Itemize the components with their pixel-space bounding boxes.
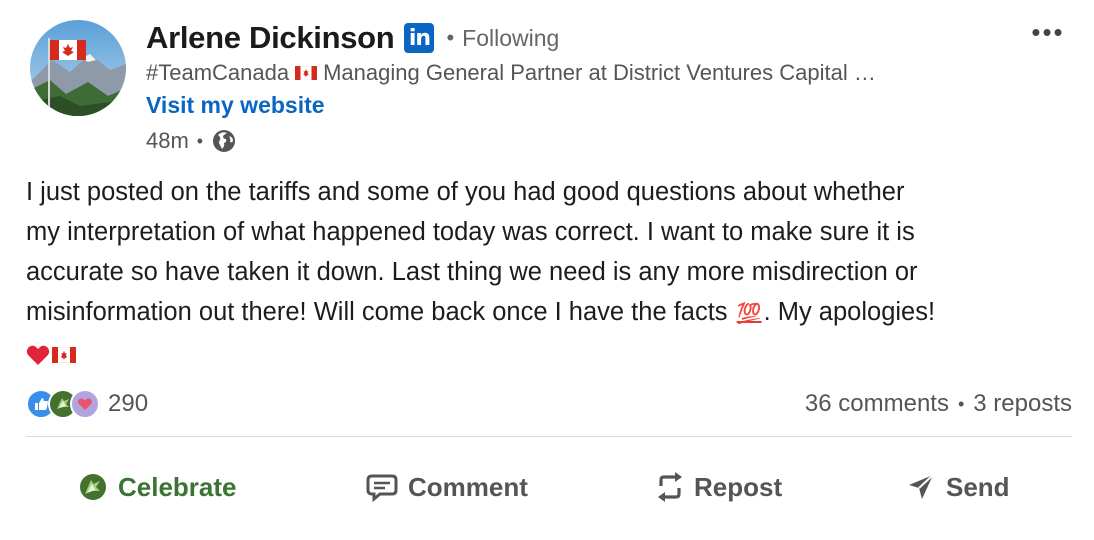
globe-icon <box>213 130 236 152</box>
author-headline: #TeamCanada Managing General Partner at … <box>146 60 986 86</box>
celebrate-label: Celebrate <box>118 471 237 502</box>
linkedin-badge-icon: in <box>404 23 435 53</box>
engagement-stats: 36 comments • 3 reposts <box>805 386 1072 422</box>
repost-icon <box>658 472 682 502</box>
headline-text: Managing General Partner at District Ven… <box>323 60 876 85</box>
post-line: accurate so have taken it down. Last thi… <box>26 258 918 286</box>
comment-label: Comment <box>408 471 528 502</box>
canada-flag-icon <box>295 66 318 80</box>
headline-hashtag: #TeamCanada <box>146 60 290 85</box>
post-line-text: misinformation out there! Will come back… <box>26 298 728 326</box>
author-avatar[interactable] <box>30 20 126 116</box>
post-emoji-line <box>26 334 1076 374</box>
love-icon <box>70 389 100 419</box>
reactions-summary[interactable]: 290 <box>26 386 148 422</box>
repost-button[interactable]: Repost <box>656 456 782 518</box>
follow-status[interactable]: Following <box>462 25 559 52</box>
comments-count-link[interactable]: 36 comments <box>805 390 949 418</box>
posted-time: 48m <box>146 128 189 153</box>
post-line-text: . My apologies! <box>763 298 936 326</box>
author-name[interactable]: Arlene Dickinson <box>146 20 395 56</box>
more-options-icon[interactable]: ••• <box>1024 14 1072 50</box>
send-label: Send <box>946 471 1010 502</box>
comment-button[interactable]: Comment <box>366 456 528 518</box>
post-line: my interpretation of what happened today… <box>26 218 915 246</box>
author-name-row: Arlene Dickinson in • Following <box>146 18 559 58</box>
post-line-last: misinformation out there! Will come back… <box>26 292 1076 334</box>
comment-icon <box>366 474 398 502</box>
meta-dot: • <box>196 130 204 151</box>
post-line: I just posted on the tariffs and some of… <box>26 178 905 206</box>
celebrate-button[interactable]: Celebrate <box>78 456 237 518</box>
visit-website-link[interactable]: Visit my website <box>146 92 325 119</box>
canada-flag-icon <box>52 347 76 364</box>
post-meta: 48m • <box>146 126 237 156</box>
separator-dot: • <box>446 25 455 50</box>
stat-dot: • <box>957 393 965 414</box>
red-heart-icon <box>26 345 50 366</box>
post-body: I just posted on the tariffs and some of… <box>26 172 1076 374</box>
hundred-points-icon: 💯 <box>736 303 762 325</box>
reposts-count-link[interactable]: 3 reposts <box>973 390 1072 418</box>
send-button[interactable]: Send <box>906 456 1010 518</box>
send-icon <box>909 474 934 499</box>
action-bar: Celebrate Comment Repost Send <box>0 456 1094 518</box>
reaction-count[interactable]: 290 <box>108 390 148 418</box>
repost-label: Repost <box>694 471 783 502</box>
celebrate-icon <box>80 474 106 500</box>
divider <box>26 436 1072 437</box>
